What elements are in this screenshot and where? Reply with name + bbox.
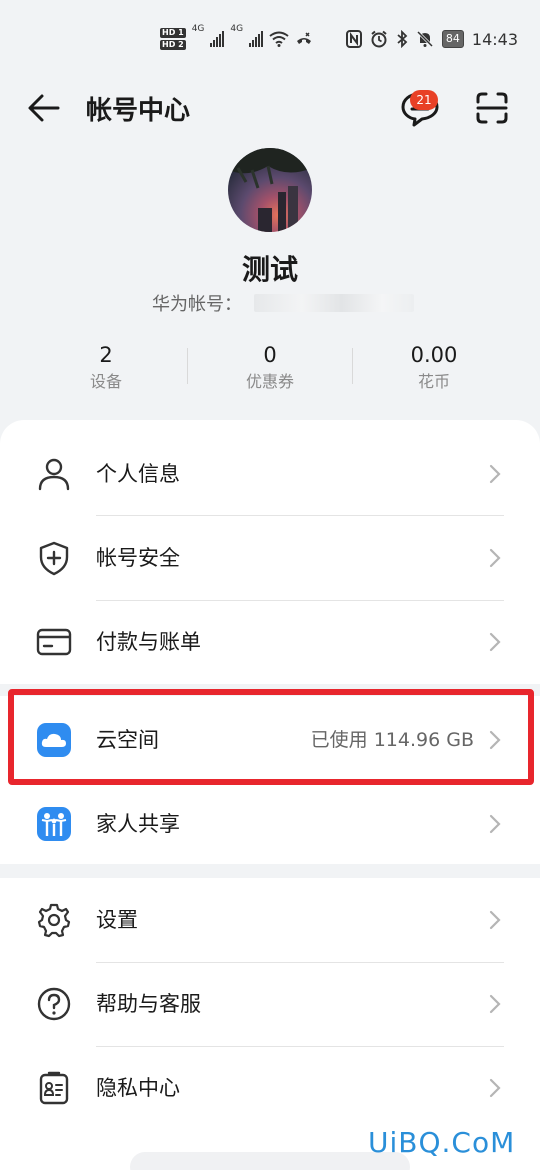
battery-indicator: 84 [441, 30, 464, 48]
menu-item-settings[interactable]: 设置 [0, 878, 540, 962]
nfc-icon [345, 30, 362, 48]
menu-item-payment-billing[interactable]: 付款与账单 [0, 600, 540, 684]
menu-item-personal-info[interactable]: 个人信息 [0, 432, 540, 516]
menu-item-cloud-space[interactable]: 云空间 已使用 114.96 GB [0, 698, 540, 782]
network-type-2: 4G [230, 24, 244, 34]
family-icon [37, 807, 71, 841]
stats-row: 2 设备 0 优惠券 0.00 花币 [0, 340, 540, 400]
chevron-right-icon [489, 910, 501, 930]
avatar[interactable] [228, 148, 312, 232]
menu-item-label: 云空间 [96, 728, 159, 752]
stat-devices[interactable]: 2 设备 [24, 340, 188, 394]
stat-coins-label: 花币 [417, 372, 450, 391]
avatar-image [228, 148, 312, 232]
status-bar-right: 84 14:43 [345, 28, 518, 50]
signal-icon-1 [210, 31, 225, 47]
account-label: 华为帐号： [152, 294, 242, 315]
menu-item-label: 设置 [96, 908, 138, 932]
person-icon [38, 458, 70, 491]
stat-coins-value: 0.00 [410, 343, 458, 367]
menu-item-account-security[interactable]: 帐号安全 [0, 516, 540, 600]
hd2-indicator: HD 2 [160, 40, 186, 50]
menu-item-label: 隐私中心 [96, 1076, 180, 1100]
chevron-right-icon [489, 814, 501, 834]
privacy-icon [39, 1071, 69, 1105]
gear-icon [37, 903, 71, 938]
wifi-icon [269, 31, 289, 47]
hd-indicators: HD 1 HD 2 [160, 28, 186, 50]
chevron-right-icon [489, 730, 501, 750]
stat-devices-value: 2 [99, 343, 113, 367]
signal-icon-2 [249, 31, 264, 47]
stat-coupons-label: 优惠券 [245, 372, 294, 391]
menu-item-label: 帐号安全 [96, 546, 180, 570]
missed-call-icon [297, 32, 312, 44]
header: 帐号中心 21 [0, 80, 540, 136]
cloud-usage-value: 已使用 114.96 GB [310, 729, 474, 751]
stat-devices-label: 设备 [89, 372, 122, 391]
menu-item-label: 个人信息 [96, 462, 180, 486]
card-icon [36, 628, 72, 656]
chevron-right-icon [489, 548, 501, 568]
alarm-icon [371, 30, 387, 48]
chevron-right-icon [489, 632, 501, 652]
status-bar-left: HD 1 HD 2 4G 4G [160, 24, 313, 54]
menu-item-privacy-center[interactable]: 隐私中心 [0, 1046, 540, 1130]
menu-item-label: 家人共享 [96, 812, 180, 836]
menu-card-cloud: 云空间 已使用 114.96 GB 家人共享 [0, 696, 540, 864]
network-type-1: 4G [191, 24, 205, 34]
section-gap [0, 684, 540, 696]
account-id-blurred [254, 294, 414, 312]
help-icon [37, 987, 71, 1021]
stat-coins[interactable]: 0.00 花币 [352, 340, 516, 394]
mute-bell-icon [416, 30, 433, 48]
status-bar: HD 1 HD 2 4G 4G 84 14:43 [0, 0, 540, 80]
account-id-line: 华为帐号： [152, 290, 414, 316]
chevron-right-icon [489, 464, 501, 484]
message-badge: 21 [410, 90, 438, 110]
cloud-icon [37, 723, 71, 757]
stat-coupons-value: 0 [263, 343, 277, 367]
watermark-text: UiBQ.CoM [368, 1126, 516, 1159]
chevron-right-icon [489, 994, 501, 1014]
page-title: 帐号中心 [86, 96, 191, 126]
menu-item-help-support[interactable]: 帮助与客服 [0, 962, 540, 1046]
scan-icon[interactable] [472, 88, 512, 128]
back-arrow-icon[interactable] [24, 88, 64, 128]
menu-item-family-sharing[interactable]: 家人共享 [0, 782, 540, 866]
chevron-right-icon [489, 1078, 501, 1098]
status-time: 14:43 [471, 29, 518, 49]
hd1-indicator: HD 1 [160, 28, 186, 38]
menu-item-label: 付款与账单 [96, 630, 201, 654]
menu-item-label: 帮助与客服 [96, 992, 201, 1016]
username: 测试 [241, 253, 298, 286]
shield-icon [39, 541, 69, 576]
bluetooth-icon [397, 30, 408, 48]
stat-coupons[interactable]: 0 优惠券 [188, 340, 352, 394]
